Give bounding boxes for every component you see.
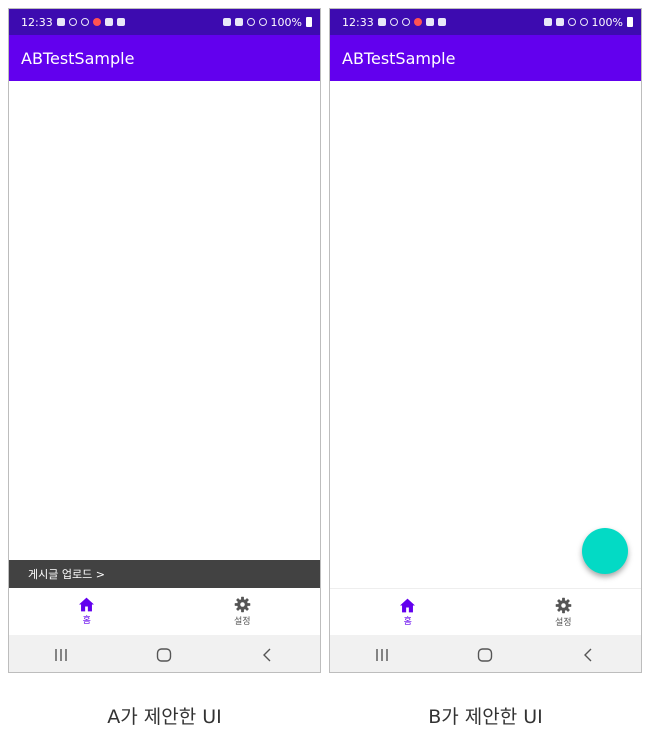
status-time: 12:33 — [21, 15, 53, 29]
bottom-navigation: 홈 설정 — [9, 588, 320, 635]
nav-label-settings: 설정 — [554, 618, 572, 628]
caption-b: B가 제안한 UI — [428, 706, 543, 728]
home-circle-icon — [157, 647, 172, 662]
app-bar: ABTestSample — [9, 35, 320, 81]
alert-icon — [401, 18, 410, 26]
recents-button[interactable] — [362, 640, 402, 670]
snackbar-text: 게시글 업로드 > — [28, 568, 105, 581]
main-content — [330, 81, 641, 588]
nav-item-home[interactable]: 홈 — [9, 588, 165, 635]
home-icon — [79, 597, 95, 612]
alert-icon — [80, 18, 89, 26]
phone-screen-a: 12:33 100% ABTestSample 게시글 업로드 > 홈 설정 — [8, 8, 321, 673]
nav-label-settings: 설정 — [233, 617, 251, 627]
instagram-icon — [389, 18, 398, 26]
nav-item-settings[interactable]: 설정 — [165, 588, 321, 635]
system-navigation-bar — [9, 635, 320, 672]
do-not-disturb-icon — [258, 18, 267, 26]
app-notification-icon — [92, 18, 101, 26]
instagram-icon — [68, 18, 77, 26]
gear-icon — [234, 596, 251, 613]
home-circle-icon — [478, 647, 493, 662]
gear-icon — [555, 597, 572, 614]
back-button[interactable] — [248, 640, 288, 670]
app-notification-icon — [413, 18, 422, 26]
home-icon — [400, 598, 416, 613]
status-bar: 12:33 100% — [9, 9, 320, 35]
do-not-disturb-icon — [579, 18, 588, 26]
mail-icon — [425, 18, 434, 26]
battery-icon — [306, 17, 312, 27]
recents-icon — [376, 648, 388, 661]
back-button[interactable] — [569, 640, 609, 670]
upload-post-snackbar[interactable]: 게시글 업로드 > — [9, 560, 320, 588]
mute-icon — [222, 18, 231, 26]
notification-icon — [377, 18, 386, 26]
mail-icon — [104, 18, 113, 26]
recents-icon — [55, 648, 67, 661]
wifi-icon — [567, 18, 576, 26]
nfc-icon — [234, 18, 243, 26]
bottom-navigation: 홈 설정 — [330, 588, 641, 636]
back-chevron-icon — [263, 648, 271, 661]
nav-label-home: 홈 — [82, 616, 91, 626]
nav-item-settings[interactable]: 설정 — [486, 589, 642, 636]
message-icon — [437, 18, 446, 26]
wifi-icon — [246, 18, 255, 26]
recents-button[interactable] — [41, 640, 81, 670]
app-title: ABTestSample — [21, 48, 135, 68]
mute-icon — [543, 18, 552, 26]
app-title: ABTestSample — [342, 48, 456, 68]
caption-a: A가 제안한 UI — [107, 706, 222, 728]
nav-item-home[interactable]: 홈 — [330, 589, 486, 636]
battery-percent: 100% — [270, 15, 302, 29]
battery-percent: 100% — [591, 15, 623, 29]
battery-icon — [627, 17, 633, 27]
notification-icon — [56, 18, 65, 26]
home-system-button[interactable] — [144, 640, 184, 670]
app-bar: ABTestSample — [330, 35, 641, 81]
status-time: 12:33 — [342, 15, 374, 29]
message-icon — [116, 18, 125, 26]
nfc-icon — [555, 18, 564, 26]
status-bar: 12:33 100% — [330, 9, 641, 35]
system-navigation-bar — [330, 635, 641, 672]
main-content — [9, 81, 320, 560]
phone-screen-b: 12:33 100% ABTestSample 홈 설정 — [329, 8, 642, 673]
home-system-button[interactable] — [465, 640, 505, 670]
nav-label-home: 홈 — [403, 617, 412, 627]
back-chevron-icon — [584, 648, 592, 661]
floating-action-button[interactable] — [582, 528, 628, 574]
